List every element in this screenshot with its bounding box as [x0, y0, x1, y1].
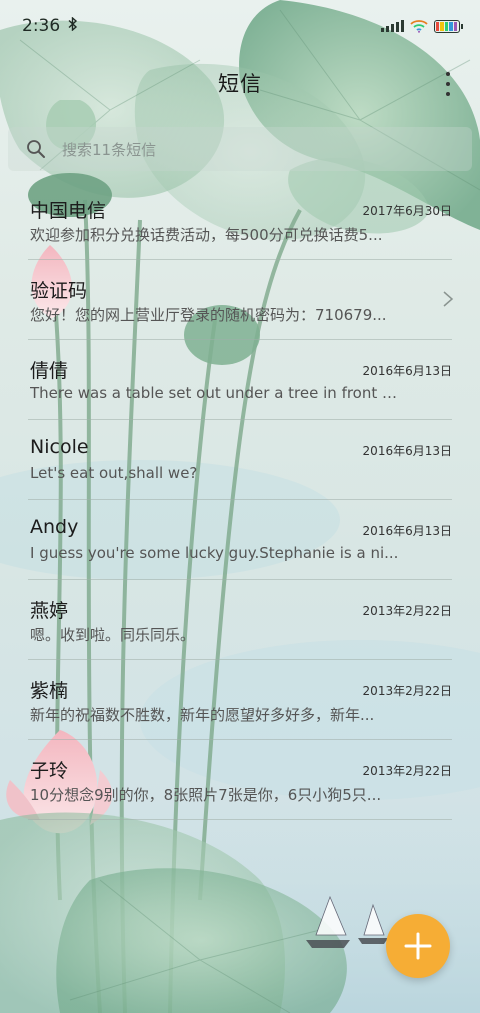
page-title: 短信 — [218, 72, 262, 96]
conversation-row[interactable]: 子玲 2013年2月22日 10分想念9别的你，8张照片7张是你，6只小狗5只.… — [28, 740, 452, 820]
conversation-row[interactable]: Nicole 2016年6月13日 Let's eat out,shall we… — [28, 420, 452, 500]
conversation-row[interactable]: 紫楠 2013年2月22日 新年的祝福数不胜数，新年的愿望好多好多，新年... — [28, 660, 452, 740]
conversation-date: 2013年2月22日 — [362, 604, 452, 618]
search-icon — [27, 140, 45, 158]
conversation-preview: I guess you're some lucky guy.Stephanie … — [30, 544, 399, 562]
conversation-preview: 嗯。收到啦。同乐同乐。 — [30, 626, 196, 644]
conversation-sender: Nicole — [30, 436, 89, 458]
status-time: 2:36 — [22, 16, 61, 36]
conversation-sender: 中国电信 — [30, 200, 107, 222]
new-message-button[interactable] — [386, 914, 450, 978]
plus-icon — [404, 932, 432, 960]
bluetooth-icon — [68, 16, 78, 35]
conversation-date: 2013年2月22日 — [362, 684, 452, 698]
conversation-sender: 子玲 — [30, 760, 69, 782]
conversation-sender: 紫楠 — [30, 680, 69, 702]
battery-icon — [434, 19, 463, 33]
conversation-sender: Andy — [30, 516, 79, 538]
conversation-sender: 燕婷 — [30, 600, 69, 622]
signal-strength-icon — [381, 20, 404, 32]
status-indicators — [381, 19, 463, 33]
conversation-row[interactable]: 中国电信 2017年6月30日 欢迎参加积分兑换话费活动，每500分可兑换话费5… — [28, 180, 452, 260]
conversation-sender: 倩倩 — [30, 360, 69, 382]
conversation-date: 2016年6月13日 — [362, 444, 452, 458]
conversation-sender: 验证码 — [30, 280, 88, 302]
search-placeholder: 搜索11条短信 — [62, 140, 157, 159]
conversation-preview: 新年的祝福数不胜数，新年的愿望好多好多，新年... — [30, 706, 375, 724]
conversation-date: 2016年6月13日 — [362, 524, 452, 538]
search-bar[interactable]: 搜索11条短信 — [8, 127, 472, 171]
conversation-preview: There was a table set out under a tree i… — [30, 384, 400, 402]
conversation-preview: Let's eat out,shall we? — [30, 464, 198, 482]
conversation-row[interactable]: 验证码 您好！您的网上营业厅登录的随机密码为：710679... — [28, 260, 454, 340]
conversation-preview: 您好！您的网上营业厅登录的随机密码为：710679... — [30, 306, 387, 324]
conversation-row[interactable]: 倩倩 2016年6月13日 There was a table set out … — [28, 340, 452, 420]
conversation-date: 2017年6月30日 — [362, 204, 452, 218]
conversation-row[interactable]: Andy 2016年6月13日 I guess you're some luck… — [28, 500, 452, 580]
conversation-preview: 欢迎参加积分兑换话费活动，每500分可兑换话费5... — [30, 226, 383, 244]
wifi-icon — [410, 20, 428, 33]
conversation-date: 2013年2月22日 — [362, 764, 452, 778]
conversation-row[interactable]: 燕婷 2013年2月22日 嗯。收到啦。同乐同乐。 — [28, 580, 452, 660]
message-list: 中国电信 2017年6月30日 欢迎参加积分兑换话费活动，每500分可兑换话费5… — [0, 180, 480, 820]
conversation-date: 2016年6月13日 — [362, 364, 452, 378]
status-bar: 2:36 — [0, 0, 480, 52]
conversation-preview: 10分想念9别的你，8张照片7张是你，6只小狗5只... — [30, 786, 382, 804]
chevron-right-icon — [443, 291, 454, 307]
app-header: 短信 — [0, 58, 480, 108]
more-vertical-icon[interactable] — [440, 72, 456, 96]
